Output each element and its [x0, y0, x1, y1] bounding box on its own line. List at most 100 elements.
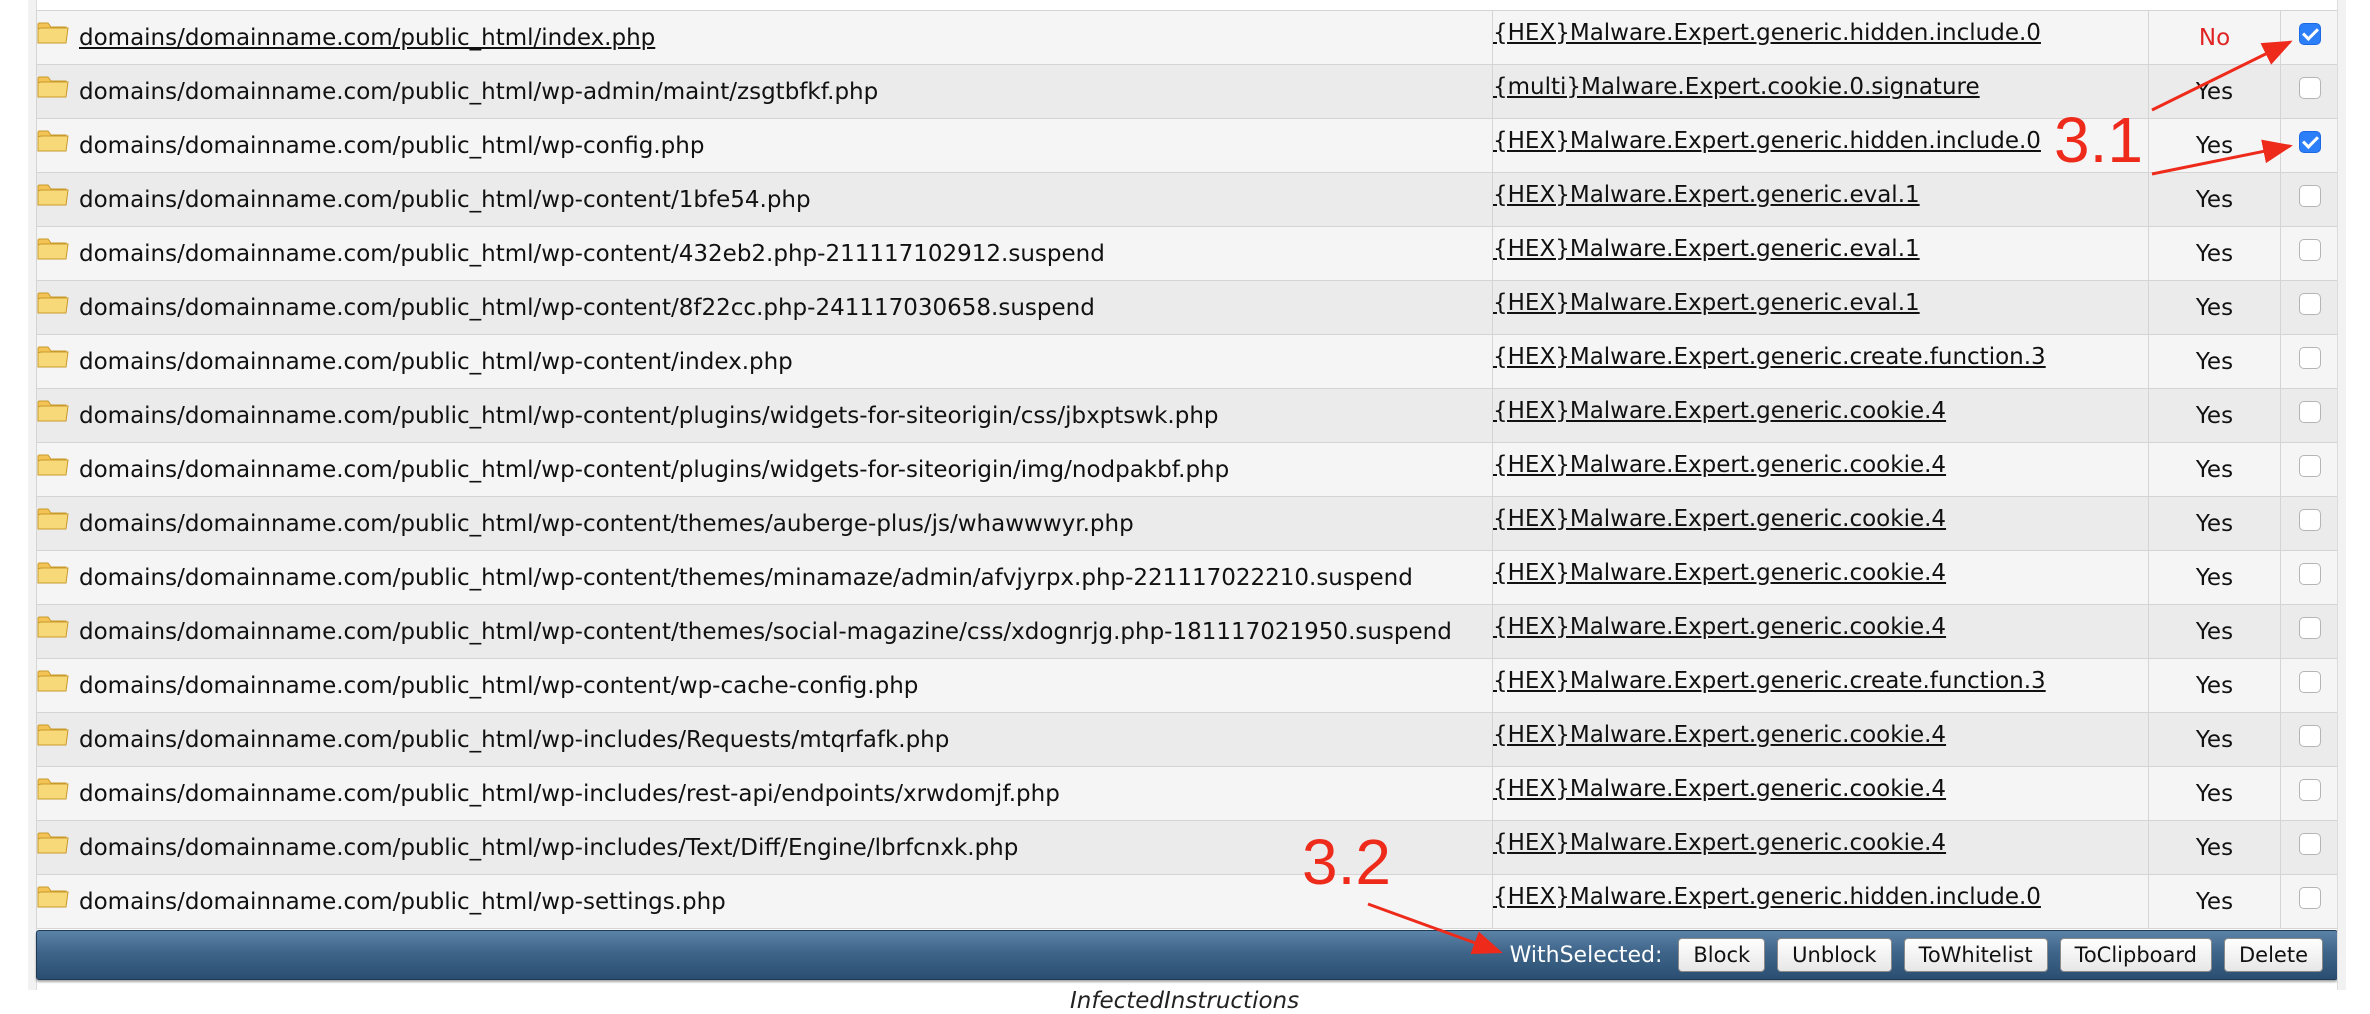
select-checkbox[interactable]	[2298, 563, 2321, 585]
to-whitelist-button[interactable]: ToWhitelist	[1903, 938, 2048, 972]
signature-link[interactable]: {HEX}Malware.Expert.generic.cookie.4	[1494, 614, 1947, 640]
file-path: domains/domainname.com/public_html/wp-co…	[79, 402, 1219, 429]
select-checkbox[interactable]	[2298, 293, 2321, 315]
unblock-button[interactable]: Unblock	[1777, 938, 1892, 972]
select-checkbox[interactable]	[2298, 131, 2321, 153]
file-path-cell: domains/domainname.com/public_html/wp-in…	[36, 766, 1493, 821]
select-cell	[2280, 10, 2339, 65]
select-cell	[2280, 172, 2339, 227]
select-checkbox[interactable]	[2298, 509, 2321, 531]
block-button[interactable]: Block	[1678, 938, 1766, 972]
signature-link[interactable]: {HEX}Malware.Expert.generic.hidden.inclu…	[1494, 884, 2041, 910]
signature-link[interactable]: {HEX}Malware.Expert.generic.eval.1	[1494, 182, 1920, 208]
file-path: domains/domainname.com/public_html/wp-co…	[79, 240, 1105, 267]
signature-cell: {HEX}Malware.Expert.generic.eval.1	[1492, 226, 2149, 281]
table-row: domains/domainname.com/public_html/wp-se…	[36, 874, 2339, 929]
signature-link[interactable]: {HEX}Malware.Expert.generic.eval.1	[1494, 236, 1920, 262]
signature-link[interactable]: {HEX}Malware.Expert.generic.hidden.inclu…	[1494, 128, 2041, 154]
folder-icon	[37, 667, 70, 693]
signature-link[interactable]: {HEX}Malware.Expert.generic.cookie.4	[1494, 722, 1947, 748]
select-checkbox[interactable]	[2298, 347, 2321, 369]
select-cell	[2280, 280, 2339, 335]
signature-link[interactable]: {HEX}Malware.Expert.generic.create.funct…	[1494, 344, 2046, 370]
file-path: domains/domainname.com/public_html/wp-co…	[79, 294, 1095, 321]
signature-cell: {HEX}Malware.Expert.generic.eval.1	[1492, 172, 2149, 227]
select-checkbox[interactable]	[2298, 725, 2321, 747]
signature-link[interactable]: {HEX}Malware.Expert.generic.cookie.4	[1494, 506, 1947, 532]
file-path-cell: domains/domainname.com/public_html/wp-co…	[36, 172, 1493, 227]
signature-link[interactable]: {HEX}Malware.Expert.generic.cookie.4	[1494, 830, 1947, 856]
signature-cell: {HEX}Malware.Expert.generic.cookie.4	[1492, 766, 2149, 821]
folder-icon	[37, 127, 70, 153]
signature-link[interactable]: {HEX}Malware.Expert.generic.cookie.4	[1494, 560, 1947, 586]
file-path-cell: domains/domainname.com/public_html/wp-co…	[36, 388, 1493, 443]
status-cell: Yes	[2148, 712, 2281, 767]
status-flag: Yes	[2195, 132, 2234, 159]
signature-cell: {HEX}Malware.Expert.generic.cookie.4	[1492, 604, 2149, 659]
select-cell	[2280, 820, 2339, 875]
folder-icon	[37, 829, 70, 855]
file-path-cell: domains/domainname.com/public_html/wp-se…	[36, 874, 1493, 929]
file-path-cell: domains/domainname.com/public_html/wp-co…	[36, 280, 1493, 335]
file-path-cell: domains/domainname.com/public_html/index…	[36, 10, 1493, 65]
status-cell: Yes	[2148, 280, 2281, 335]
file-path-cell: domains/domainname.com/public_html/wp-in…	[36, 712, 1493, 767]
folder-icon	[37, 235, 70, 261]
select-checkbox[interactable]	[2298, 77, 2321, 99]
with-selected-label: WithSelected:	[1509, 942, 1663, 968]
select-checkbox[interactable]	[2298, 23, 2321, 45]
status-cell: Yes	[2148, 496, 2281, 551]
table-row: domains/domainname.com/public_html/wp-co…	[36, 442, 2339, 497]
table-row: domains/domainname.com/public_html/index…	[36, 10, 2339, 65]
file-path: domains/domainname.com/public_html/wp-co…	[79, 618, 1452, 645]
signature-link[interactable]: {HEX}Malware.Expert.generic.cookie.4	[1494, 452, 1947, 478]
select-checkbox[interactable]	[2298, 671, 2321, 693]
file-path-cell: domains/domainname.com/public_html/wp-co…	[36, 118, 1493, 173]
status-flag: Yes	[2195, 618, 2234, 645]
status-cell: Yes	[2148, 64, 2281, 119]
file-path-cell: domains/domainname.com/public_html/wp-co…	[36, 658, 1493, 713]
signature-cell: {HEX}Malware.Expert.generic.cookie.4	[1492, 712, 2149, 767]
file-path-cell: domains/domainname.com/public_html/wp-co…	[36, 226, 1493, 281]
status-flag: Yes	[2195, 456, 2234, 483]
status-flag: Yes	[2195, 186, 2234, 213]
signature-link[interactable]: {multi}Malware.Expert.cookie.0.signature	[1494, 74, 1980, 100]
folder-icon	[37, 451, 70, 477]
delete-button[interactable]: Delete	[2224, 938, 2323, 972]
signature-link[interactable]: {HEX}Malware.Expert.generic.cookie.4	[1494, 398, 1947, 424]
signature-link[interactable]: {HEX}Malware.Expert.generic.eval.1	[1494, 290, 1920, 316]
select-checkbox[interactable]	[2298, 455, 2321, 477]
file-path: domains/domainname.com/public_html/wp-in…	[79, 780, 1060, 807]
table-row: domains/domainname.com/public_html/wp-co…	[36, 280, 2339, 335]
file-path[interactable]: domains/domainname.com/public_html/index…	[79, 25, 655, 51]
select-checkbox[interactable]	[2298, 401, 2321, 423]
select-checkbox[interactable]	[2298, 239, 2321, 261]
select-checkbox[interactable]	[2298, 779, 2321, 801]
table-row: domains/domainname.com/public_html/wp-co…	[36, 226, 2339, 281]
select-checkbox[interactable]	[2298, 833, 2321, 855]
status-cell: Yes	[2148, 874, 2281, 929]
with-selected-action-bar: WithSelected: Block Unblock ToWhitelist …	[36, 930, 2338, 980]
select-checkbox[interactable]	[2298, 887, 2321, 909]
status-cell: Yes	[2148, 334, 2281, 389]
status-cell: No	[2148, 10, 2281, 65]
signature-cell: {HEX}Malware.Expert.generic.cookie.4	[1492, 442, 2149, 497]
status-flag: No	[2198, 24, 2231, 51]
status-flag: Yes	[2195, 240, 2234, 267]
signature-link[interactable]: {HEX}Malware.Expert.generic.create.funct…	[1494, 668, 2046, 694]
status-cell: Yes	[2148, 226, 2281, 281]
file-path-cell: domains/domainname.com/public_html/wp-co…	[36, 334, 1493, 389]
select-checkbox[interactable]	[2298, 617, 2321, 639]
file-path-cell: domains/domainname.com/public_html/wp-co…	[36, 604, 1493, 659]
infected-files-rows: domains/domainname.com/public_html/index…	[36, 10, 2339, 929]
folder-icon	[37, 343, 70, 369]
select-checkbox[interactable]	[2298, 185, 2321, 207]
signature-link[interactable]: {HEX}Malware.Expert.generic.cookie.4	[1494, 776, 1947, 802]
status-flag: Yes	[2195, 888, 2234, 915]
file-path: domains/domainname.com/public_html/wp-co…	[79, 186, 811, 213]
select-cell	[2280, 334, 2339, 389]
signature-link[interactable]: {HEX}Malware.Expert.generic.hidden.inclu…	[1494, 20, 2041, 46]
to-clipboard-button[interactable]: ToClipboard	[2059, 938, 2212, 972]
select-cell	[2280, 496, 2339, 551]
folder-icon	[37, 559, 70, 585]
